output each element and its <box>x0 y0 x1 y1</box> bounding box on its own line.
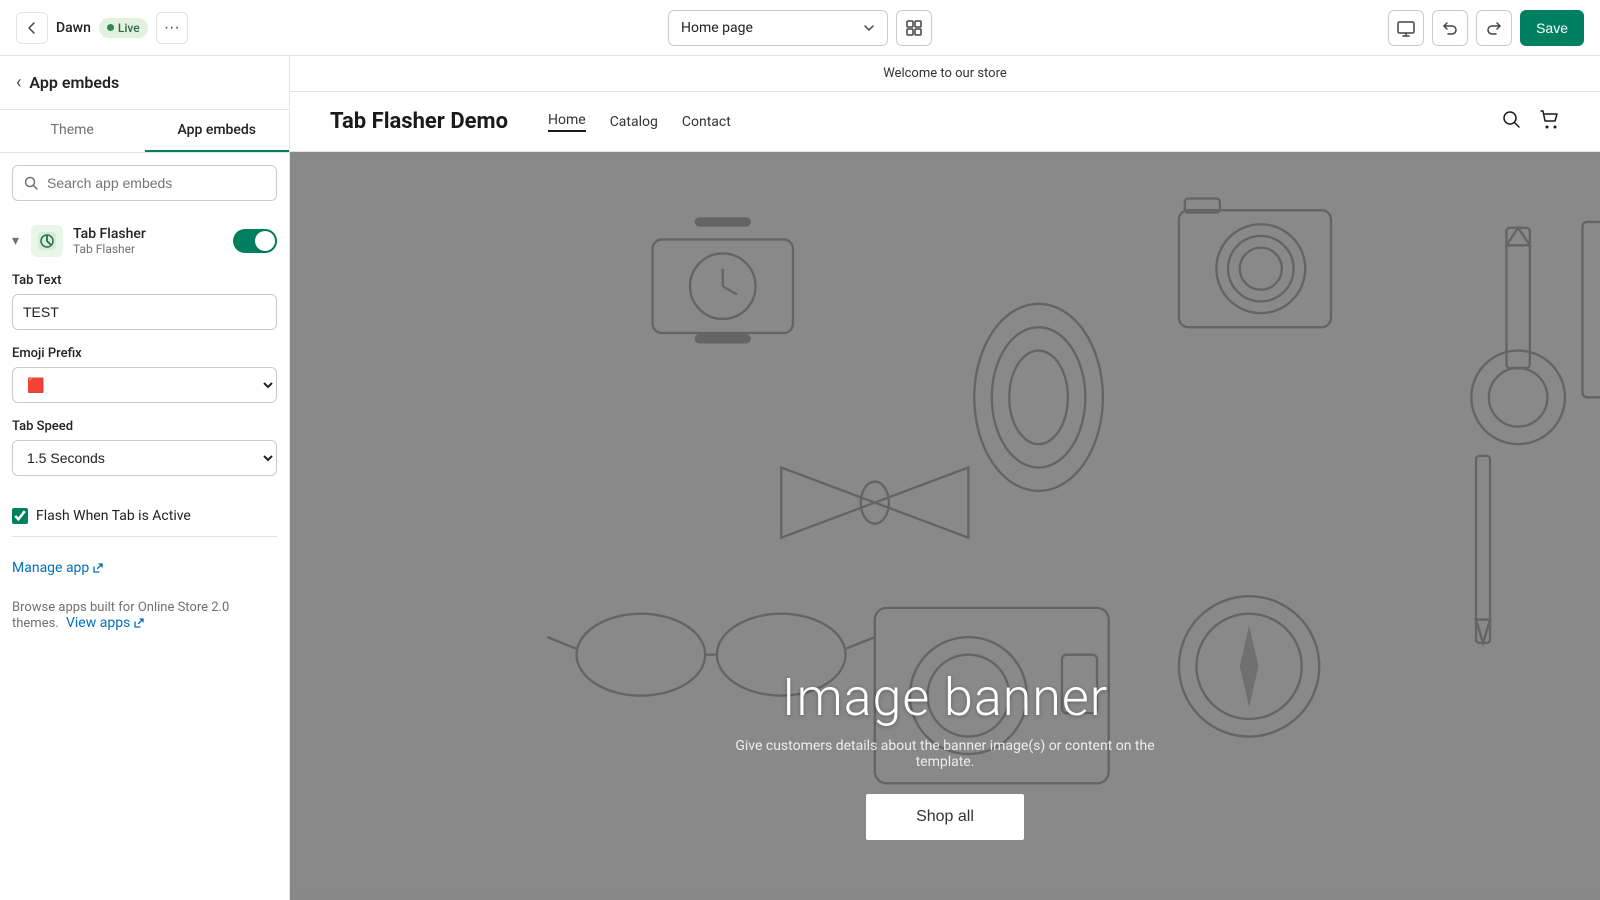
tab-text-input[interactable] <box>12 294 277 330</box>
tab-text-label: Tab Text <box>12 273 277 288</box>
store-actions <box>1500 108 1560 135</box>
search-action-icon[interactable] <box>1500 108 1522 135</box>
tab-text-field: Tab Text <box>12 273 277 330</box>
store-logo: Tab Flasher Demo <box>330 109 508 134</box>
embed-app-icon <box>31 225 63 257</box>
sidebar: ‹ App embeds Theme App embeds ▾ <box>0 56 290 900</box>
search-icon <box>23 175 39 191</box>
embed-app-sub: Tab Flasher <box>73 242 223 256</box>
sidebar-back-icon[interactable]: ‹ <box>16 72 21 93</box>
store-nav: Home Catalog Contact <box>548 112 1500 132</box>
preview-area: Welcome to our store Tab Flasher Demo Ho… <box>290 56 1600 900</box>
banner-title: Image banner <box>705 667 1185 728</box>
page-selector[interactable]: Home page <box>668 10 888 46</box>
field-section: Tab Text Emoji Prefix 🟥 ⭐ 🔔 Tab Speed 1.… <box>0 273 289 504</box>
flash-label: Flash When Tab is Active <box>36 508 191 524</box>
embed-labels: Tab Flasher Tab Flasher <box>73 226 223 256</box>
topbar: Dawn Live ··· Home page <box>0 0 1600 56</box>
flash-checkbox[interactable] <box>12 508 28 524</box>
page-selector-value: Home page <box>681 20 753 36</box>
welcome-bar: Welcome to our store <box>290 56 1600 92</box>
flash-checkbox-row: Flash When Tab is Active <box>0 504 289 536</box>
embed-item-tab-flasher: ▾ Tab Flasher Tab Flasher <box>12 221 277 261</box>
image-banner: Image banner Give customers details abou… <box>290 152 1600 900</box>
back-button[interactable] <box>16 12 48 44</box>
toggle-slider <box>233 229 277 253</box>
tab-theme[interactable]: Theme <box>0 110 145 152</box>
tab-speed-field: Tab Speed 1.5 Seconds 1 Second 2 Seconds… <box>12 419 277 476</box>
desktop-view-button[interactable] <box>1388 10 1424 46</box>
emoji-prefix-label: Emoji Prefix <box>12 346 277 361</box>
more-button[interactable]: ··· <box>156 12 188 44</box>
manage-app-link[interactable]: Manage app <box>12 560 104 576</box>
cart-action-icon[interactable] <box>1538 108 1560 135</box>
search-wrap <box>0 153 289 209</box>
topbar-right: Save <box>1384 10 1584 46</box>
links-section: Manage app <box>0 549 289 592</box>
welcome-text: Welcome to our store <box>883 66 1007 81</box>
sidebar-title: App embeds <box>29 73 119 92</box>
store-name: Dawn <box>56 20 91 36</box>
sidebar-header: ‹ App embeds <box>0 56 289 110</box>
view-apps-link[interactable]: View apps <box>66 615 145 631</box>
redo-button[interactable] <box>1476 10 1512 46</box>
search-input[interactable] <box>47 175 266 191</box>
grid-view-button[interactable] <box>896 10 932 46</box>
emoji-prefix-field: Emoji Prefix 🟥 ⭐ 🔔 <box>12 346 277 403</box>
search-box <box>12 165 277 201</box>
live-dot <box>107 24 114 31</box>
store-preview: Welcome to our store Tab Flasher Demo Ho… <box>290 56 1600 900</box>
nav-home[interactable]: Home <box>548 112 586 132</box>
embed-chevron-icon[interactable]: ▾ <box>12 233 19 249</box>
embed-toggle[interactable] <box>233 229 277 253</box>
banner-subtitle: Give customers details about the banner … <box>705 738 1185 770</box>
store-header: Tab Flasher Demo Home Catalog Contact <box>290 92 1600 152</box>
tab-app-embeds[interactable]: App embeds <box>145 110 290 152</box>
topbar-left: Dawn Live ··· <box>16 12 216 44</box>
topbar-center: Home page <box>228 10 1372 46</box>
embed-section: ▾ Tab Flasher Tab Flasher <box>0 209 289 273</box>
shop-all-button[interactable]: Shop all <box>866 794 1024 840</box>
nav-catalog[interactable]: Catalog <box>610 114 658 130</box>
live-badge: Live <box>99 18 148 38</box>
sidebar-tabs: Theme App embeds <box>0 110 289 153</box>
divider <box>12 536 277 537</box>
embed-app-name: Tab Flasher <box>73 226 223 242</box>
browse-text: Browse apps built for Online Store 2.0 t… <box>0 592 289 639</box>
save-button[interactable]: Save <box>1520 10 1584 46</box>
nav-contact[interactable]: Contact <box>682 114 731 130</box>
live-label: Live <box>118 21 140 35</box>
banner-content: Image banner Give customers details abou… <box>705 667 1185 840</box>
emoji-prefix-select[interactable]: 🟥 ⭐ 🔔 <box>12 367 277 403</box>
tab-speed-select[interactable]: 1.5 Seconds 1 Second 2 Seconds 3 Seconds <box>12 440 277 476</box>
main-layout: ‹ App embeds Theme App embeds ▾ <box>0 56 1600 900</box>
tab-speed-label: Tab Speed <box>12 419 277 434</box>
undo-button[interactable] <box>1432 10 1468 46</box>
